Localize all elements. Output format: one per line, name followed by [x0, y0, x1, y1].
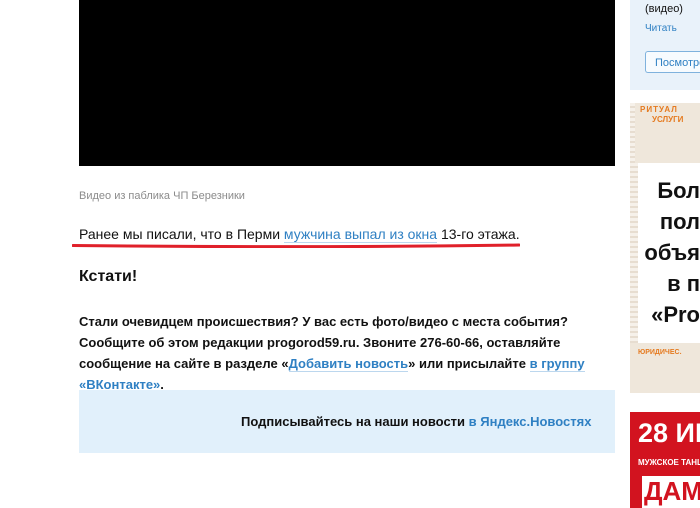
- ad-line: «Pro: [651, 302, 700, 327]
- ad-banner-ritual[interactable]: РИТУАЛ УСЛУГИ Бол пол объя в п «Pro ЮРИД…: [630, 103, 700, 393]
- subscribe-text: Подписывайтесь на наши новости в Яндекс.…: [241, 414, 591, 429]
- sidebar-video-tag: (видео): [645, 3, 683, 15]
- red-annotation-underline: [72, 243, 520, 248]
- ad2-banner-text: ДАМ: [644, 476, 700, 506]
- ad-header-top: РИТУАЛ: [640, 105, 678, 114]
- ad-bottom-label: ЮРИДИЧЕС.: [638, 349, 682, 356]
- para2-text-2: » или присылайте: [408, 356, 530, 371]
- video-caption: Видео из паблика ЧП Березники: [79, 190, 245, 202]
- ad2-date: 28 ИН: [638, 418, 700, 448]
- section-heading: Кстати!: [79, 268, 138, 285]
- video-player[interactable]: [79, 0, 615, 166]
- ad2-subtitle: МУЖСКОЕ ТАНЦ: [638, 458, 700, 467]
- article-area: Видео из паблика ЧП Березники Ранее мы п…: [0, 0, 630, 508]
- add-news-link[interactable]: Добавить новость: [288, 356, 409, 372]
- contact-paragraph: Стали очевидцем происшествия? У вас есть…: [79, 311, 619, 395]
- yandex-news-link[interactable]: в Яндекс.Новостях: [469, 414, 592, 429]
- ad-headline: Бол пол объя в п «Pro: [630, 175, 700, 330]
- para1-text-before: Ранее мы писали, что в Перми: [79, 226, 284, 242]
- ad-line: Бол: [657, 178, 700, 203]
- ad-header-bottom: УСЛУГИ: [652, 115, 684, 124]
- sidebar-read-link[interactable]: Читать: [645, 23, 677, 34]
- ad-line: пол: [659, 209, 700, 234]
- related-news-link[interactable]: мужчина выпал из окна: [283, 226, 438, 243]
- para1-text-after: 13-го этажа.: [437, 226, 520, 242]
- ad-line: объя: [644, 240, 700, 265]
- related-news-paragraph: Ранее мы писали, что в Перми мужчина вып…: [79, 226, 520, 243]
- ad-banner-dance[interactable]: 28 ИН МУЖСКОЕ ТАНЦ ДАМ: [630, 412, 700, 508]
- sidebar-watch-button[interactable]: Посмотреть: [645, 51, 700, 73]
- ad-line: в п: [667, 271, 700, 296]
- subscribe-label: Подписывайтесь на наши новости: [241, 414, 469, 429]
